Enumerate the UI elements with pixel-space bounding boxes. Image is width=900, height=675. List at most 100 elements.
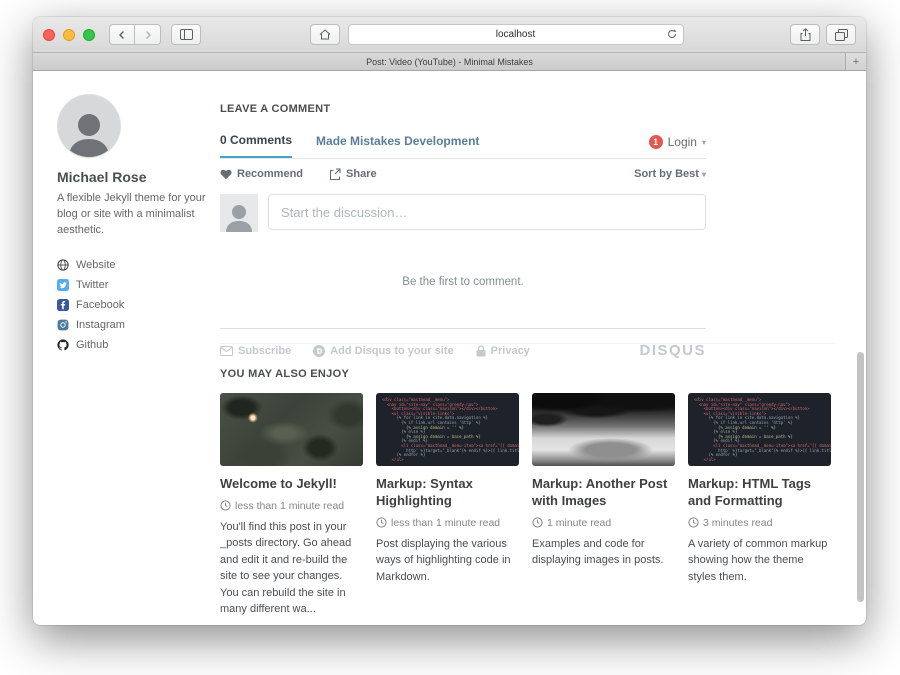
share-label: Share	[346, 168, 377, 180]
back-button[interactable]	[109, 24, 135, 45]
sort-label: Sort by Best	[634, 168, 699, 180]
person-icon	[61, 105, 117, 157]
notification-badge: 1	[649, 135, 663, 149]
card-title[interactable]: Markup: Syntax Highlighting	[376, 476, 519, 510]
related-card[interactable]: Markup: Another Post with Images 1 minut…	[532, 393, 675, 618]
card-thumbnail-code: <div class="masthead__menu"> <nav id="si…	[688, 393, 831, 466]
share-icon	[800, 28, 811, 41]
card-thumbnail-fog	[532, 393, 675, 466]
code-line: </ul>	[694, 458, 825, 463]
chevron-down-icon: ▾	[702, 138, 706, 147]
twitter-icon	[57, 279, 69, 291]
related-card[interactable]: <div class="masthead__menu"> <nav id="si…	[688, 393, 831, 618]
instagram-icon	[57, 319, 69, 331]
related-heading: YOU MAY ALSO ENJOY	[220, 368, 834, 380]
card-title[interactable]: Markup: HTML Tags and Formatting	[688, 476, 831, 510]
author-avatar	[58, 95, 120, 157]
related-card[interactable]: <div class="masthead__menu"> <nav id="si…	[376, 393, 519, 618]
github-icon	[57, 339, 69, 351]
minimize-window-button[interactable]	[63, 29, 75, 41]
clock-icon	[220, 500, 231, 511]
author-bio: A flexible Jekyll theme for your blog or…	[57, 191, 209, 239]
tabs-overview-button[interactable]	[826, 24, 856, 45]
new-tab-button[interactable]: +	[845, 53, 866, 70]
tab-community[interactable]: Made Mistakes Development	[316, 134, 479, 158]
address-bar[interactable]: localhost	[348, 24, 684, 45]
card-excerpt: You'll find this post in your _posts dir…	[220, 519, 363, 618]
clock-icon	[688, 517, 699, 528]
toolbar-right-buttons	[790, 24, 856, 45]
active-tab-title[interactable]: Post: Video (YouTube) - Minimal Mistakes	[366, 57, 533, 67]
sidebar-toggle-button[interactable]	[171, 24, 201, 45]
sidebar-item-twitter[interactable]: Twitter	[57, 275, 209, 295]
card-thumbnail-jekyll	[220, 393, 363, 466]
related-cards: Welcome to Jekyll! less than 1 minute re…	[220, 393, 834, 618]
card-title[interactable]: Welcome to Jekyll!	[220, 476, 363, 493]
sidebar-icon	[180, 29, 193, 40]
read-time: 1 minute read	[547, 517, 611, 529]
tabs-icon	[835, 29, 848, 41]
zoom-window-button[interactable]	[83, 29, 95, 41]
facebook-icon	[57, 299, 69, 311]
sort-by-button[interactable]: Sort by Best ▾	[634, 168, 706, 180]
clock-icon	[532, 517, 543, 528]
sidebar-link-label: Facebook	[76, 299, 124, 311]
person-icon	[222, 200, 256, 232]
forward-button[interactable]	[135, 24, 161, 45]
sidebar-link-label: Website	[76, 259, 116, 271]
comments-section: LEAVE A COMMENT 0 Comments Made Mistakes…	[220, 103, 706, 359]
sidebar-item-website[interactable]: Website	[57, 255, 209, 275]
comment-input[interactable]	[268, 194, 706, 230]
share-button[interactable]	[790, 24, 820, 45]
tab-bar: Post: Video (YouTube) - Minimal Mistakes…	[33, 53, 866, 71]
sidebar-link-label: Github	[76, 339, 108, 351]
login-label: Login	[668, 135, 697, 149]
window-controls	[43, 29, 95, 41]
share-box-icon	[329, 168, 341, 180]
chevron-right-icon	[143, 30, 153, 40]
screenshot: localhost Post:	[0, 0, 900, 675]
related-card[interactable]: Welcome to Jekyll! less than 1 minute re…	[220, 393, 363, 618]
card-meta: less than 1 minute read	[220, 500, 363, 512]
login-button[interactable]: 1 Login ▾	[649, 135, 706, 158]
heart-icon	[220, 169, 232, 180]
close-window-button[interactable]	[43, 29, 55, 41]
author-links: Website Twitter Facebook	[57, 255, 209, 355]
sidebar-link-label: Twitter	[76, 279, 108, 291]
comment-compose	[220, 194, 706, 232]
sidebar-item-instagram[interactable]: Instagram	[57, 315, 209, 335]
sidebar-item-github[interactable]: Github	[57, 335, 209, 355]
commenter-avatar	[220, 194, 258, 232]
chevron-down-icon: ▾	[702, 170, 706, 179]
recommend-label: Recommend	[237, 168, 303, 180]
disqus-tabs: 0 Comments Made Mistakes Development 1 L…	[220, 133, 706, 159]
empty-state-text: Be the first to comment.	[220, 276, 706, 288]
read-time: less than 1 minute read	[391, 517, 500, 529]
home-button[interactable]	[310, 24, 340, 45]
disqus-actions: Recommend Share Sort by Best ▾	[220, 168, 706, 180]
recommend-button[interactable]: Recommend	[220, 168, 303, 180]
related-posts-section: YOU MAY ALSO ENJOY Welcome to Jekyll! le…	[220, 343, 834, 618]
card-thumbnail-code: <div class="masthead__menu"> <nav id="si…	[376, 393, 519, 466]
read-time: 3 minutes read	[703, 517, 772, 529]
chevron-left-icon	[117, 30, 127, 40]
tab-comment-count[interactable]: 0 Comments	[220, 133, 292, 158]
author-sidebar: Michael Rose A flexible Jekyll theme for…	[57, 95, 209, 355]
sidebar-item-facebook[interactable]: Facebook	[57, 295, 209, 315]
browser-toolbar: localhost	[33, 17, 866, 53]
scrollbar-thumb[interactable]	[857, 352, 864, 602]
refresh-icon[interactable]	[666, 28, 678, 40]
url-text: localhost	[496, 29, 535, 40]
card-title[interactable]: Markup: Another Post with Images	[532, 476, 675, 510]
card-meta: less than 1 minute read	[376, 517, 519, 529]
nav-buttons	[109, 24, 161, 45]
comments-heading: LEAVE A COMMENT	[220, 103, 706, 115]
card-excerpt: Post displaying the various ways of high…	[376, 536, 519, 586]
share-comments-button[interactable]: Share	[329, 168, 377, 180]
globe-icon	[57, 259, 69, 271]
card-meta: 1 minute read	[532, 517, 675, 529]
card-excerpt: Examples and code for displaying images …	[532, 536, 675, 569]
card-meta: 3 minutes read	[688, 517, 831, 529]
sidebar-link-label: Instagram	[76, 319, 125, 331]
code-line: </ul>	[382, 458, 513, 463]
